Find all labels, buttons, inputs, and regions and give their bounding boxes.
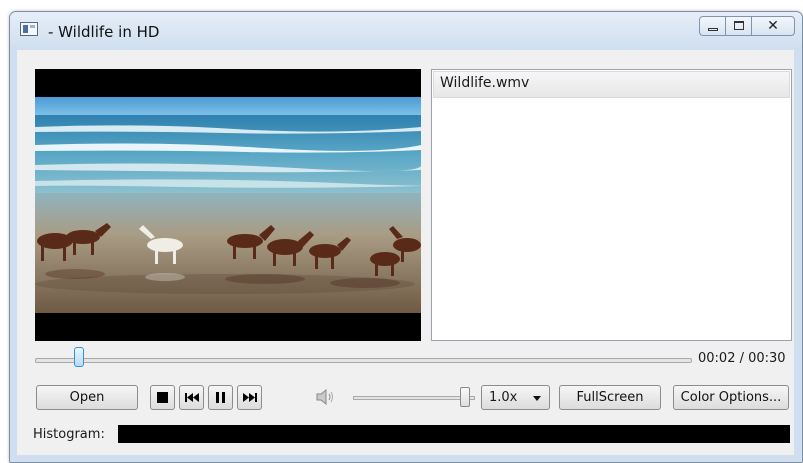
histogram-label: Histogram: [33,427,105,442]
seek-slider-thumb[interactable] [73,347,84,367]
pause-icon [216,392,225,403]
mute-button[interactable] [314,385,339,410]
seek-slider-track[interactable] [35,358,692,363]
video-frame-image [35,97,421,313]
minimize-icon [708,28,718,31]
playlist[interactable]: Wildlife.wmv [431,69,792,341]
volume-slider-track[interactable] [353,396,475,400]
maximize-button[interactable] [725,16,752,36]
speaker-icon [316,389,333,405]
open-button[interactable]: Open [36,385,138,410]
playlist-item[interactable]: Wildlife.wmv [433,71,790,98]
window-title: - Wildlife in HD [48,23,160,41]
title-bar[interactable]: - Wildlife in HD ✕ [10,12,802,50]
fullscreen-button[interactable]: FullScreen [559,385,661,410]
caption-buttons: ✕ [699,16,795,38]
stop-button[interactable] [150,385,175,410]
speed-value: 1.0x [489,390,518,405]
dropdown-arrow-icon [533,396,541,401]
app-icon[interactable] [20,22,38,36]
previous-button[interactable] [179,385,204,410]
maximize-icon [734,21,744,30]
video-display[interactable] [35,69,421,341]
app-window: - Wildlife in HD ✕ Wildlife.wmv 00:02 / … [9,11,803,463]
pause-button[interactable] [208,385,233,410]
close-icon: ✕ [767,18,779,34]
previous-icon [185,393,199,402]
next-icon [243,393,257,402]
color-options-button[interactable]: Color Options... [673,385,789,410]
volume-slider-thumb[interactable] [459,387,470,407]
close-button[interactable]: ✕ [751,16,795,36]
speed-select[interactable]: 1.0x [481,385,550,410]
minimize-button[interactable] [699,16,726,36]
time-display: 00:02 / 00:30 [698,351,786,366]
stop-icon [157,392,168,403]
histogram-display [118,425,790,443]
client-area: Wildlife.wmv 00:02 / 00:30 Open 1.0x Ful… [17,50,794,455]
next-button[interactable] [237,385,262,410]
